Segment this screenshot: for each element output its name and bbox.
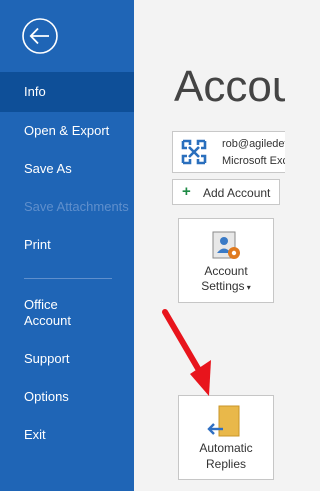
nav-item-print[interactable]: Print [0, 226, 134, 264]
nav-item-info[interactable]: Info [0, 72, 134, 112]
nav-item-office-account[interactable]: Office Account [0, 292, 134, 334]
tile-label-text: Settings [201, 279, 245, 293]
nav-item-label: Support [24, 351, 70, 366]
automatic-replies-button[interactable]: Automatic Replies [178, 395, 274, 480]
nav-item-save-as[interactable]: Save As [0, 150, 134, 188]
nav-item-label: Print [24, 237, 51, 252]
dropdown-caret-icon: ▾ [244, 283, 251, 292]
tile-label-line1: Automatic [199, 441, 253, 455]
nav-item-label: Info [24, 84, 46, 99]
page-title: Account Information [174, 62, 285, 111]
main-panel: Account Information rob@agiledev.com Mic… [134, 0, 285, 491]
nav-item-label: Save As [24, 161, 72, 176]
automatic-replies-icon [207, 404, 245, 445]
add-account-label: Add Account [203, 186, 271, 200]
account-selector[interactable]: rob@agiledev.com Microsoft Exchange [172, 131, 285, 173]
backstage-sidebar: Info Open & Export Save As Save Attachme… [0, 0, 134, 491]
nav-item-save-attachments: Save Attachments [0, 188, 134, 226]
nav-item-support[interactable]: Support [0, 340, 134, 378]
nav-item-label: Save Attachments [24, 199, 129, 214]
add-account-button[interactable]: + Add Account [172, 179, 280, 205]
account-settings-icon [210, 229, 244, 268]
tile-label-line2: Settings ▾ [179, 279, 273, 295]
tile-label-line1: Account [204, 264, 248, 278]
tile-label-line2: Replies [205, 457, 247, 471]
nav-item-exit[interactable]: Exit [0, 416, 134, 454]
nav-divider [24, 278, 112, 279]
nav-item-options[interactable]: Options [0, 378, 134, 416]
nav-item-label: Options [24, 389, 69, 404]
back-arrow-icon[interactable] [20, 16, 60, 56]
account-type: Microsoft Exchange [222, 155, 285, 167]
plus-icon: + [182, 183, 191, 200]
exchange-icon [179, 137, 209, 167]
nav-item-label: Open & Export [24, 123, 110, 138]
nav-item-label: Office Account [24, 297, 71, 328]
nav-item-label: Exit [24, 427, 46, 442]
account-email: rob@agiledev.com [222, 138, 285, 150]
account-settings-button[interactable]: Account Settings ▾ [178, 218, 274, 303]
nav-item-open-export[interactable]: Open & Export [0, 112, 134, 150]
